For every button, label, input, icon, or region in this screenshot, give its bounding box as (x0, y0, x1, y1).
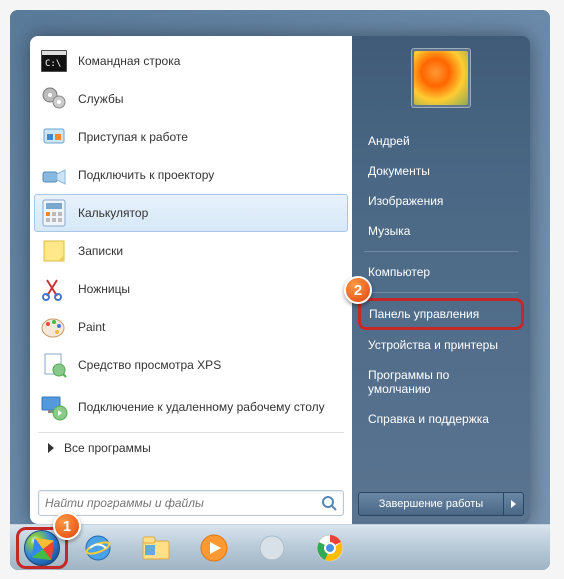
program-calculator[interactable]: Калькулятор (34, 194, 348, 232)
program-label: Командная строка (78, 54, 180, 68)
xps-viewer-icon (40, 351, 68, 379)
calculator-icon (40, 199, 68, 227)
arrow-right-icon (48, 443, 54, 453)
right-item-pictures[interactable]: Изображения (358, 186, 524, 216)
program-label: Подключить к проектору (78, 168, 214, 182)
right-item-computer[interactable]: Компьютер (358, 257, 524, 287)
program-getting-started[interactable]: Приступая к работе (34, 118, 348, 156)
program-paint[interactable]: Paint (34, 308, 348, 346)
paint-icon (40, 313, 68, 341)
separator (364, 292, 518, 293)
right-item-control-panel[interactable]: Панель управления (358, 298, 524, 330)
taskbar (10, 524, 550, 570)
svg-text:C:\: C:\ (45, 59, 61, 69)
avatar-image (414, 51, 468, 105)
search-input[interactable] (45, 496, 321, 510)
program-command-prompt[interactable]: C:\ Командная строка (34, 42, 348, 80)
start-button[interactable] (24, 530, 60, 566)
shutdown-button[interactable]: Завершение работы (358, 492, 504, 516)
right-item-music[interactable]: Музыка (358, 216, 524, 246)
program-label: Калькулятор (78, 206, 148, 220)
shutdown-options-button[interactable] (504, 492, 524, 516)
program-label: Приступая к работе (78, 130, 188, 144)
right-item-documents[interactable]: Документы (358, 156, 524, 186)
taskbar-chrome[interactable] (302, 529, 358, 567)
search-box[interactable] (38, 490, 344, 516)
separator (364, 251, 518, 252)
taskbar-explorer[interactable] (128, 529, 184, 567)
right-item-default-programs[interactable]: Программы по умолчанию (358, 360, 524, 404)
user-avatar[interactable] (411, 48, 471, 108)
program-label: Ножницы (78, 282, 130, 296)
sticky-notes-icon (40, 237, 68, 265)
all-programs-label: Все программы (64, 441, 151, 455)
taskbar-ie[interactable] (70, 529, 126, 567)
program-label: Paint (78, 320, 105, 334)
separator (38, 432, 344, 433)
start-menu-left-pane: C:\ Командная строка Службы Приступая к … (30, 36, 352, 524)
program-label: Службы (78, 92, 123, 106)
taskbar-media-player[interactable] (186, 529, 242, 567)
program-snipping-tool[interactable]: Ножницы (34, 270, 348, 308)
annotation-step-1: 1 (53, 512, 81, 540)
start-menu-right-pane: Андрей Документы Изображения Музыка Комп… (352, 36, 530, 524)
command-prompt-icon: C:\ (40, 47, 68, 75)
search-icon (321, 495, 337, 511)
program-projector[interactable]: Подключить к проектору (34, 156, 348, 194)
remote-desktop-icon (40, 393, 68, 421)
program-services[interactable]: Службы (34, 80, 348, 118)
right-item-help-support[interactable]: Справка и поддержка (358, 404, 524, 434)
all-programs[interactable]: Все программы (34, 435, 348, 461)
taskbar-unknown[interactable] (244, 529, 300, 567)
program-xps-viewer[interactable]: Средство просмотра XPS (34, 346, 348, 384)
services-icon (40, 85, 68, 113)
projector-icon (40, 161, 68, 189)
right-item-devices-printers[interactable]: Устройства и принтеры (358, 330, 524, 360)
program-remote-desktop[interactable]: Подключение к удаленному рабочему столу (34, 384, 348, 430)
right-item-user[interactable]: Андрей (358, 126, 524, 156)
program-label: Подключение к удаленному рабочему столу (78, 400, 325, 414)
snipping-tool-icon (40, 275, 68, 303)
getting-started-icon (40, 123, 68, 151)
program-label: Средство просмотра XPS (78, 358, 221, 372)
start-menu: C:\ Командная строка Службы Приступая к … (30, 36, 530, 524)
program-label: Записки (78, 244, 123, 258)
annotation-step-2: 2 (344, 276, 372, 304)
program-sticky-notes[interactable]: Записки (34, 232, 348, 270)
